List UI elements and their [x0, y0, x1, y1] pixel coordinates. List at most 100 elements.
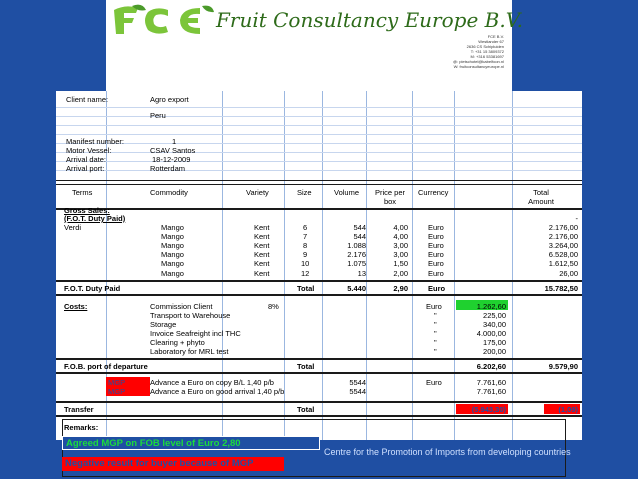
fob-total-label: Total	[297, 362, 315, 371]
arrival-port-label: Arrival port:	[66, 164, 105, 173]
advance-amount: 7.761,60	[476, 387, 506, 396]
row-volume: 1.088	[347, 241, 366, 250]
fot-label: F.O.T. Duty Paid	[64, 284, 121, 293]
row-price: 2,00	[393, 269, 408, 278]
fot-volume: 5.440	[347, 284, 366, 293]
col-volume: Volume	[334, 188, 360, 197]
advance-label: Advance a Euro on good arrival 1,40 p/b	[150, 387, 285, 396]
fob-amount: 9.579,90	[548, 362, 578, 371]
divider	[56, 180, 582, 185]
manifest-number: 1	[172, 137, 177, 146]
row-amount: 3.264,00	[548, 241, 578, 250]
row-currency: Euro	[428, 241, 444, 250]
row-volume: 13	[357, 269, 366, 278]
gross-dash: -	[575, 214, 579, 223]
advance-tag: MGP	[108, 378, 126, 387]
divider	[56, 401, 582, 403]
transfer-label: Transfer	[64, 405, 94, 414]
row-currency: Euro	[428, 259, 444, 268]
row-currency: Euro	[428, 250, 444, 259]
col-size: Size	[297, 188, 312, 197]
row-variety: Kent	[254, 250, 270, 259]
col-total-line1: Total	[533, 188, 549, 197]
col-price-line2: box	[383, 197, 397, 206]
row-variety: Kent	[254, 232, 270, 241]
row-currency: Euro	[428, 223, 444, 232]
cost-label: Invoice Seafreight incl THC	[150, 329, 241, 338]
vessel: CSAV Santos	[150, 146, 196, 155]
row-amount: 2.176,00	[548, 232, 578, 241]
divider	[56, 208, 582, 210]
cost-currency: "	[434, 329, 437, 338]
row-amount: 2.176,00	[548, 223, 578, 232]
commission-pct: 8%	[268, 302, 279, 311]
row-size: 8	[303, 241, 308, 250]
vessel-label: Motor Vessel:	[66, 146, 112, 155]
row-size: 12	[301, 269, 310, 278]
advance-tag: MGP	[108, 387, 126, 396]
col-total: Total Amount	[506, 188, 576, 206]
fce-logo-icon	[114, 4, 214, 34]
divider	[56, 280, 582, 282]
row-size: 10	[301, 259, 310, 268]
row-size: 9	[303, 250, 308, 259]
cost-amount: 4.000,00	[476, 329, 506, 338]
row-terms: Verdi	[64, 223, 82, 232]
fot-total-label: Total	[297, 284, 315, 293]
row-amount: 26,00	[559, 269, 578, 278]
cbi-caption: Centre for the Promotion of Imports from…	[324, 447, 571, 457]
row-volume: 2.176	[347, 250, 366, 259]
row-commodity: Mango	[161, 223, 184, 232]
arrival-port: Rotterdam	[150, 164, 186, 173]
cost-currency: Euro	[426, 302, 442, 311]
advance-volume: 5544	[349, 378, 366, 387]
row-size: 6	[303, 223, 308, 232]
agreed-mgp-note: Agreed MGP on FOB level of Euro 2,80	[62, 436, 320, 450]
row-commodity: Mango	[161, 250, 184, 259]
divider	[56, 372, 582, 374]
fob-label: F.O.B. port of departure	[64, 362, 148, 371]
transfer-total-label: Total	[297, 405, 315, 414]
row-price: 3,00	[393, 241, 408, 250]
cost-currency: "	[434, 320, 437, 329]
divider	[56, 415, 582, 417]
row-variety: Kent	[254, 269, 270, 278]
row-commodity: Mango	[161, 241, 184, 250]
cost-amount: 225,00	[483, 311, 506, 320]
col-currency: Currency	[418, 188, 449, 197]
client-country: Peru	[150, 111, 166, 120]
advance-currency: Euro	[426, 378, 442, 387]
col-commodity: Commodity	[150, 188, 188, 197]
cost-amount: 200,00	[483, 347, 506, 356]
col-total-line2: Amount	[528, 197, 554, 206]
row-volume: 544	[353, 232, 366, 241]
cost-amount: 340,00	[483, 320, 506, 329]
row-commodity: Mango	[161, 259, 184, 268]
cost-label: Clearing + phyto	[150, 338, 205, 347]
cost-currency: "	[434, 338, 437, 347]
fot-currency: Euro	[428, 284, 446, 293]
spreadsheet: Fruit Consultancy Europe B.V. FCE B.V. W…	[56, 0, 582, 479]
col-terms: Terms	[72, 188, 93, 197]
row-commodity: Mango	[161, 232, 184, 241]
cost-currency: "	[434, 347, 437, 356]
negative-result-note: Negative result for buyer because of MGP	[62, 457, 284, 471]
letterhead: Fruit Consultancy Europe B.V. FCE B.V. W…	[106, 0, 523, 91]
fot-price: 2,90	[393, 284, 408, 293]
fot-amount: 15.782,50	[544, 284, 578, 293]
costs-title: Costs:	[64, 302, 88, 311]
row-variety: Kent	[254, 259, 270, 268]
divider	[56, 358, 582, 360]
arrival-date: 18-12-2009	[152, 155, 191, 164]
transfer-amount-per-box: (1,09)	[558, 405, 578, 414]
row-amount: 1.612,50	[548, 259, 578, 268]
cost-label: Laboratory for MRL test	[150, 347, 229, 356]
col-price-line1: Price per	[374, 188, 405, 197]
row-price: 4,00	[393, 232, 408, 241]
divider	[56, 294, 582, 296]
row-variety: Kent	[254, 223, 270, 232]
row-price: 1,50	[393, 259, 408, 268]
cost-amount: 175,00	[483, 338, 506, 347]
address-line: W: fruitconsultancyeurope.nl	[453, 64, 504, 69]
company-name: Fruit Consultancy Europe B.V.	[216, 8, 524, 32]
